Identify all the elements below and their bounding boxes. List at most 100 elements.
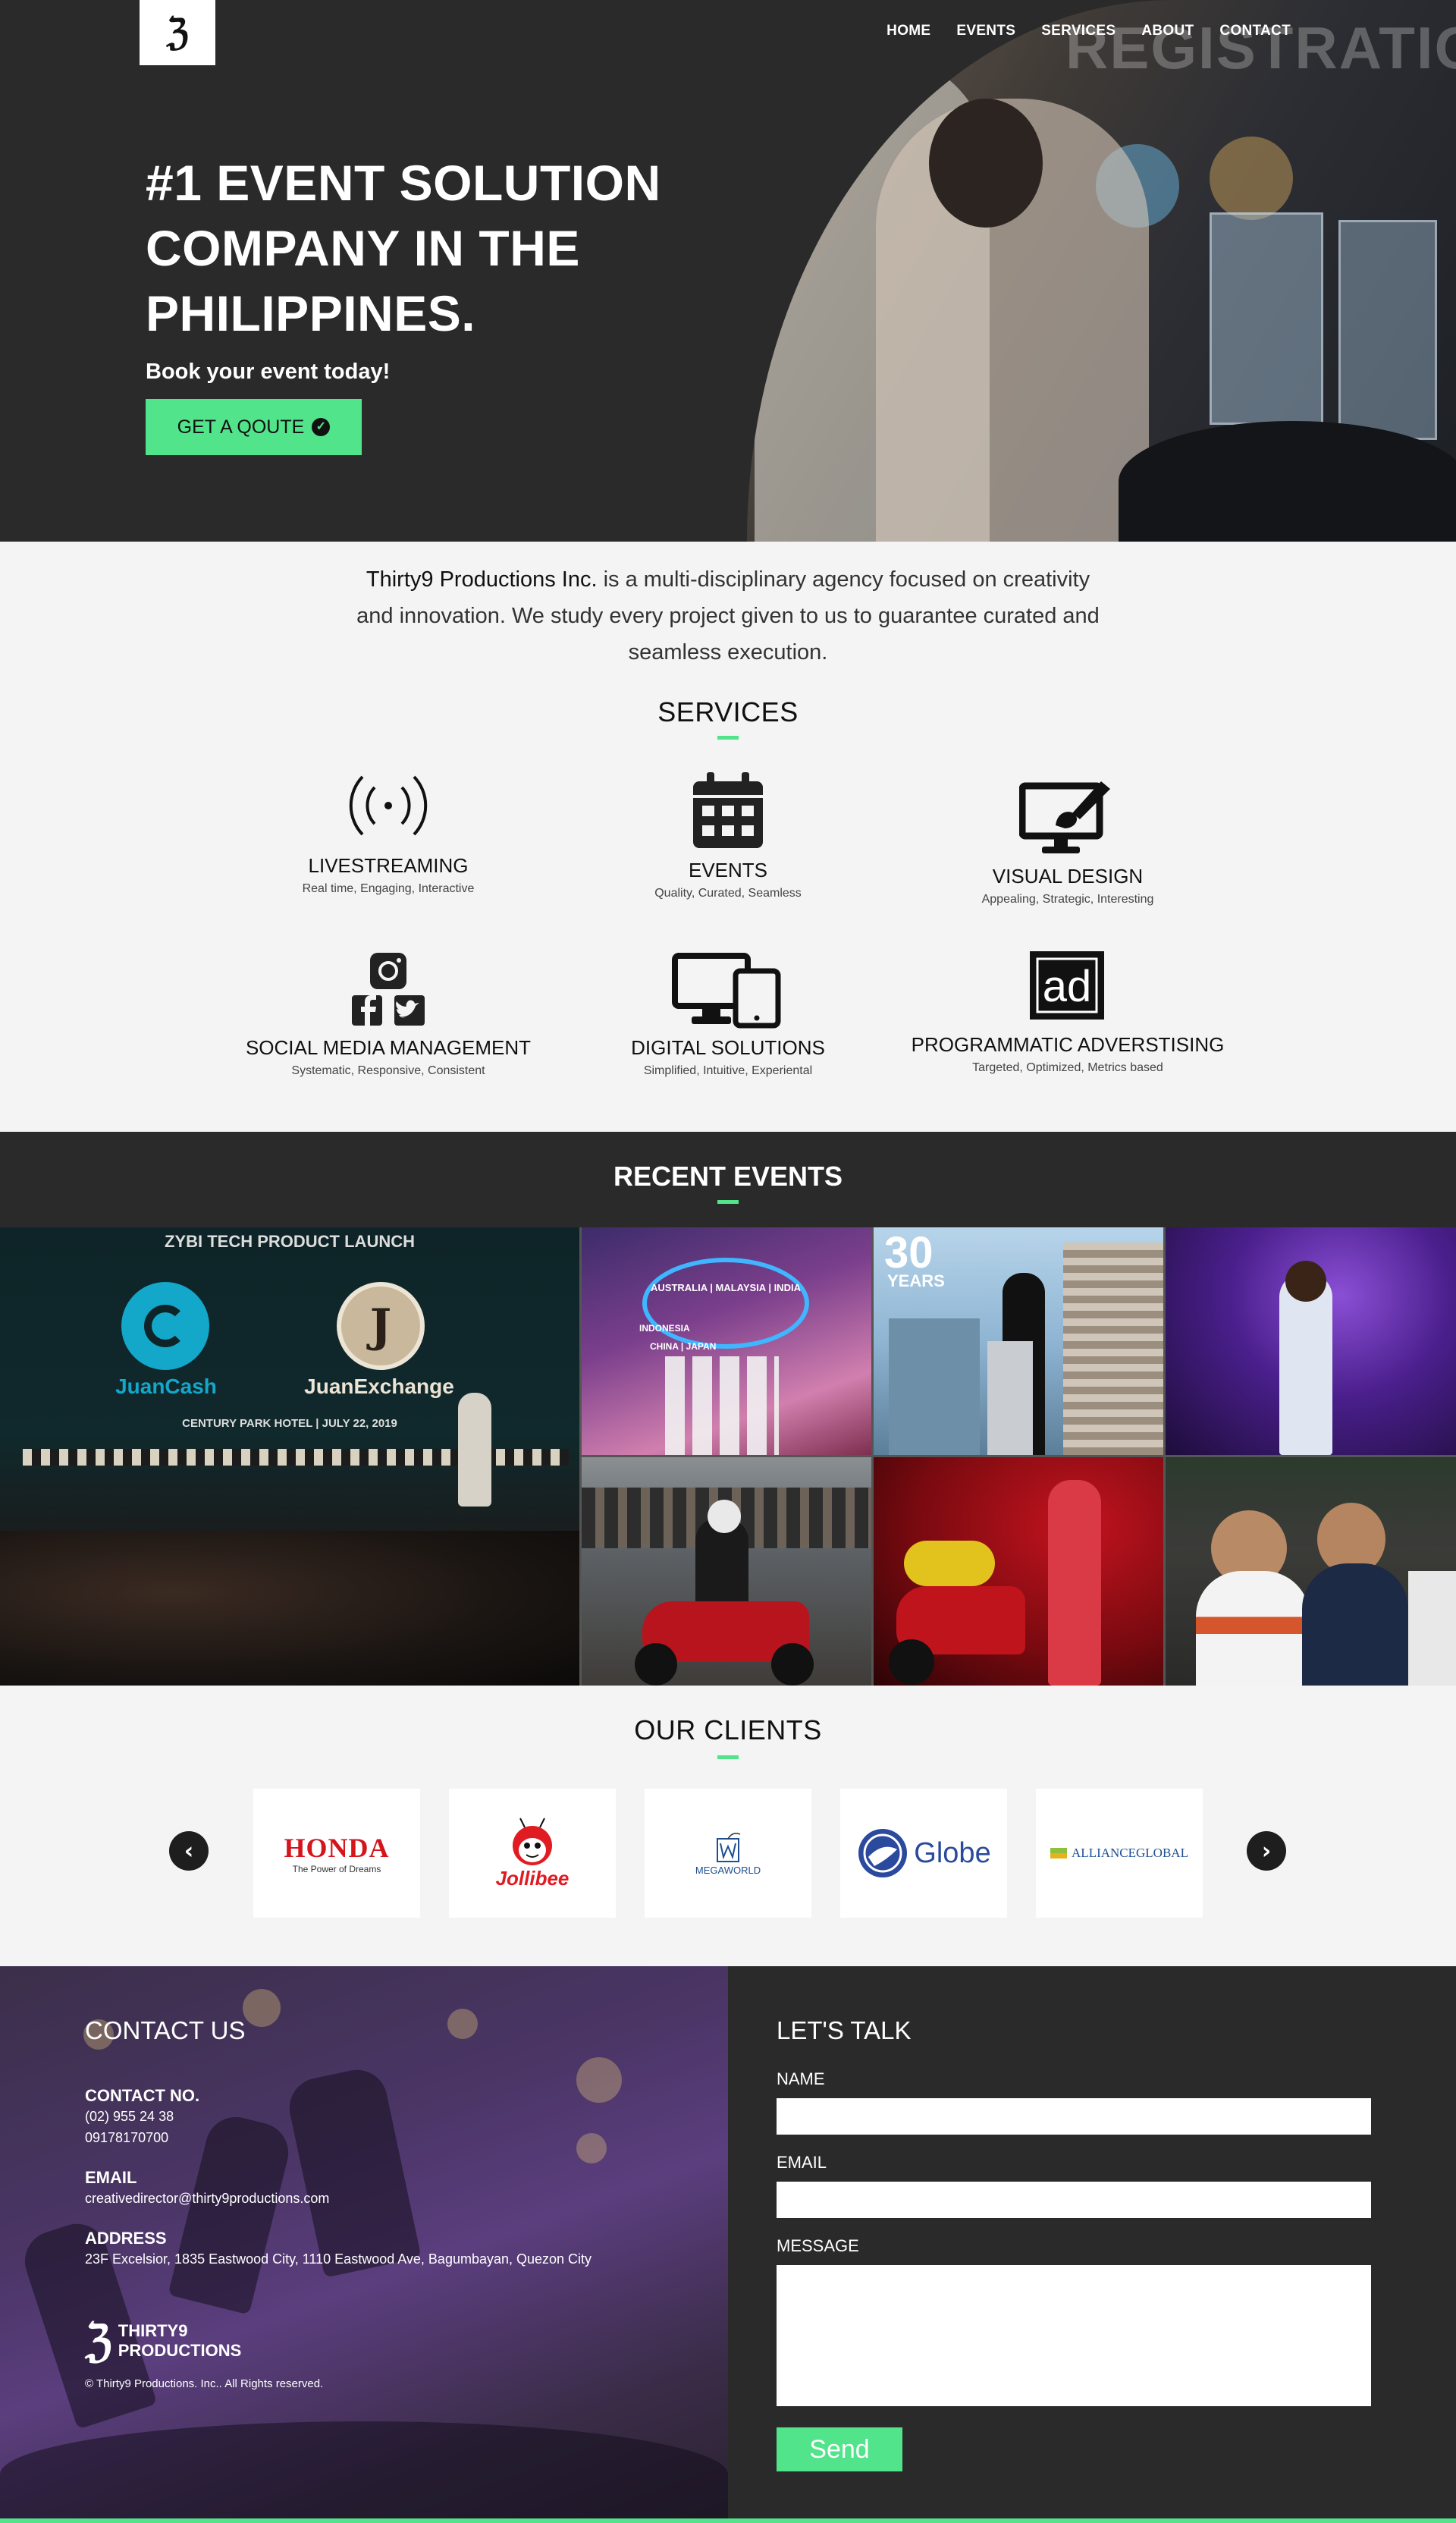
client-logo-megaworld: MEGAWORLD [645, 1789, 811, 1918]
guest-figure [1196, 1571, 1310, 1686]
clients-next-button[interactable]: › [1247, 1831, 1286, 1871]
hero-subtitle: Book your event today! [146, 360, 391, 384]
service-desc: Appealing, Strategic, Interesting [981, 893, 1154, 906]
service-desc: Targeted, Optimized, Metrics based [972, 1061, 1163, 1074]
service-name: EVENTS [688, 859, 768, 881]
model-figure [1048, 1480, 1101, 1686]
social-media-icon [352, 953, 425, 1026]
ad-icon: ad [1030, 951, 1104, 1020]
name-field[interactable] [777, 2098, 1371, 2135]
megaworld-emblem-icon [717, 1832, 741, 1862]
send-button[interactable]: Send [777, 2427, 902, 2471]
event-photo-red-scooters[interactable] [874, 1457, 1163, 1686]
recent-events-title: RECENT EVENTS [613, 1161, 843, 1192]
recent-events-underline [717, 1200, 739, 1204]
anniversary-word: YEARS [887, 1271, 945, 1290]
address-value: 23F Excelsior, 1835 Eastwood City, 1110 … [85, 2251, 592, 2267]
client-logo-jollibee: Jollibee [449, 1789, 616, 1918]
service-desc: Simplified, Intuitive, Experiental [643, 1064, 813, 1077]
broadcast-icon [349, 775, 428, 836]
nav-events[interactable]: EVENTS [956, 23, 1015, 39]
footer-accent-line [0, 2518, 1456, 2523]
service-visual-design: VISUAL DESIGN Appealing, Strategic, Inte… [901, 865, 1235, 906]
contact-info: CONTACT US CONTACT NO. (02) 955 24 38 09… [85, 2016, 592, 2270]
site-logo[interactable]: ℨ [140, 0, 215, 65]
nav-about[interactable]: ABOUT [1141, 23, 1194, 39]
form-heading: LET'S TALK [777, 2016, 912, 2044]
phone-2: 09178170700 [85, 2130, 169, 2145]
juanexchange-label: JuanExchange [304, 1375, 454, 1398]
service-name: VISUAL DESIGN [992, 865, 1144, 888]
helmet [708, 1500, 741, 1533]
service-events: EVENTS Quality, Curated, Seamless [561, 859, 895, 900]
service-desc: Real time, Engaging, Interactive [302, 882, 475, 895]
email-field[interactable] [777, 2182, 1371, 2218]
email-label: EMAIL [85, 2168, 137, 2187]
chevron-left-icon: ‹ [184, 1837, 194, 1865]
service-digital-solutions: DIGITAL SOLUTIONS Simplified, Intuitive,… [561, 1036, 895, 1078]
brand-line-1: THIRTY9 [118, 2321, 188, 2340]
photo-person [876, 99, 1149, 542]
allianceglobal-logo-text: ALLIANCEGLOBAL [1072, 1846, 1188, 1860]
services-title-underline [717, 736, 739, 740]
check-circle-icon: ✓ [312, 418, 331, 436]
hero-section: REGISTRATION ℨ HOME EVENTS SERVICES ABOU… [0, 0, 1456, 542]
hero-photo: REGISTRATION [747, 0, 1456, 542]
email-field-label: EMAIL [777, 2153, 827, 2172]
main-nav: HOME EVENTS SERVICES ABOUT CONTACT [886, 23, 1291, 39]
event-photo-stage[interactable]: AUSTRALIA | MALAYSIA | INDIA INDONESIA C… [582, 1227, 871, 1455]
events-gallery: ZYBI TECH PRODUCT LAUNCH JuanCash J Juan… [0, 1227, 1456, 1686]
logo-39-icon: ℨ [85, 2315, 112, 2367]
svg-text:ad: ad [1043, 962, 1092, 1011]
design-monitor-icon [1019, 781, 1110, 853]
contact-heading: CONTACT US [85, 2016, 246, 2044]
nav-home[interactable]: HOME [886, 23, 930, 39]
chair [1408, 1571, 1456, 1686]
clients-title-underline [717, 1755, 739, 1759]
client-logo-globe: Globe [840, 1789, 1007, 1918]
brand-line-2: PRODUCTIONS [118, 2341, 242, 2360]
intro-company: Thirty9 Productions Inc. [366, 567, 598, 592]
people-on-stage [665, 1356, 779, 1455]
clients-title: OUR CLIENTS [634, 1714, 822, 1745]
event-photo-anniversary[interactable]: 30 YEARS [874, 1227, 1163, 1455]
event-photo-guests[interactable] [1166, 1457, 1456, 1686]
event-photo-singer[interactable] [1166, 1227, 1456, 1455]
podium [987, 1341, 1033, 1455]
message-field[interactable] [777, 2265, 1371, 2406]
globe-logo-text: Globe [914, 1836, 991, 1869]
service-name: DIGITAL SOLUTIONS [631, 1036, 825, 1059]
event-venue: CENTURY PARK HOTEL | JULY 22, 2019 [182, 1417, 397, 1430]
service-programmatic-advertising: PROGRAMMATIC ADVERSTISING Targeted, Opti… [901, 1033, 1235, 1075]
calendar-icon [693, 772, 763, 848]
photo-table [1119, 421, 1456, 542]
photo-display-stand [1210, 212, 1323, 425]
address-label: ADDRESS [85, 2229, 167, 2248]
service-name: SOCIAL MEDIA MANAGEMENT [245, 1036, 532, 1059]
jollibee-logo-text: Jollibee [495, 1866, 570, 1890]
jollibee-mascot-icon [513, 1818, 552, 1865]
devices-icon [672, 953, 781, 1029]
get-quote-button[interactable]: GET A QOUTE ✓ [146, 399, 362, 455]
honda-tagline: The Power of Dreams [292, 1864, 381, 1874]
contact-form-section: LET'S TALK NAME EMAIL MESSAGE Send [728, 1966, 1456, 2523]
speaker-figure [458, 1393, 491, 1507]
service-livestreaming: LIVESTREAMING Real time, Engaging, Inter… [221, 854, 555, 896]
event-photo-zybi[interactable]: ZYBI TECH PRODUCT LAUNCH JuanCash J Juan… [0, 1227, 579, 1686]
juanexchange-sign [1210, 137, 1293, 220]
email-value[interactable]: creativedirector@thirty9productions.com [85, 2188, 592, 2209]
event-photo-motorcycle-crowd[interactable] [582, 1457, 871, 1686]
clients-prev-button[interactable]: ‹ [169, 1831, 209, 1871]
footer-brand: ℨ THIRTY9 PRODUCTIONS [85, 2315, 241, 2367]
client-logo-allianceglobal: ALLIANCEGLOBAL [1036, 1789, 1203, 1918]
service-social-media: SOCIAL MEDIA MANAGEMENT Systematic, Resp… [221, 1036, 555, 1078]
copyright: © Thirty9 Productions. Inc.. All Rights … [85, 2377, 324, 2390]
globe-emblem-icon [858, 1829, 908, 1877]
contact-section: CONTACT US CONTACT NO. (02) 955 24 38 09… [0, 1966, 728, 2523]
nav-services[interactable]: SERVICES [1041, 23, 1116, 39]
stage-text: INDONESIA [639, 1323, 690, 1334]
audience [0, 1531, 579, 1686]
service-desc: Systematic, Responsive, Consistent [291, 1064, 485, 1077]
allianceglobal-emblem-icon [1050, 1848, 1068, 1858]
nav-contact[interactable]: CONTACT [1219, 23, 1291, 39]
